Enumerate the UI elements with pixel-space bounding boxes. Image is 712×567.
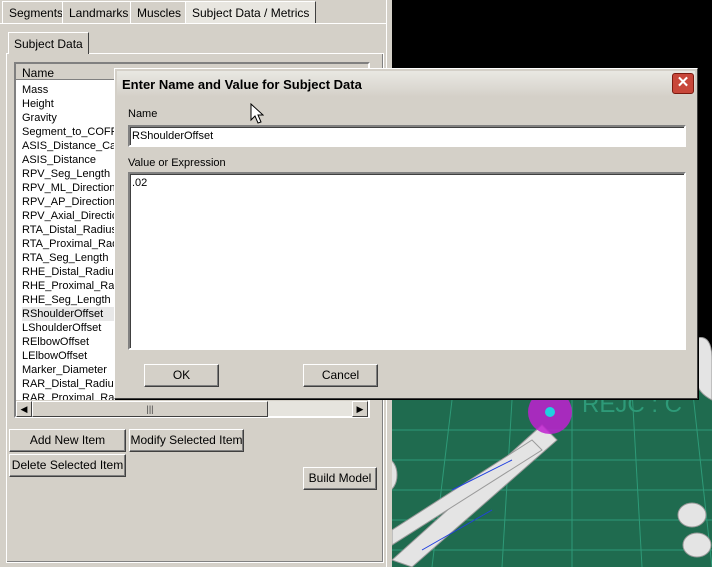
- cancel-button[interactable]: Cancel: [303, 364, 378, 387]
- list-item[interactable]: Gravity: [22, 111, 122, 125]
- list-item[interactable]: RPV_Axial_Directio: [22, 209, 122, 223]
- scroll-right-icon[interactable]: ▶: [352, 401, 368, 417]
- value-field[interactable]: .02: [128, 172, 686, 350]
- list-item[interactable]: ASIS_Distance: [22, 153, 122, 167]
- list-item[interactable]: LShoulderOffset: [22, 321, 122, 335]
- value-label: Value or Expression: [128, 157, 226, 169]
- scroll-left-icon[interactable]: ◀: [16, 401, 32, 417]
- tab-muscles[interactable]: Muscles: [130, 1, 189, 23]
- list-item[interactable]: Marker_Diameter: [22, 363, 122, 377]
- dialog-title: Enter Name and Value for Subject Data: [122, 77, 362, 92]
- list-item[interactable]: Mass: [22, 83, 122, 97]
- list-item[interactable]: RPV_Seg_Length: [22, 167, 122, 181]
- list-item[interactable]: Height: [22, 97, 122, 111]
- list-item[interactable]: RTA_Distal_Radius: [22, 223, 122, 237]
- list-item[interactable]: RPV_ML_Direction: [22, 181, 122, 195]
- list-rows: Mass Height Gravity Segment_to_COFP ASIS_Dis…: [22, 83, 122, 405]
- tab-landmarks[interactable]: Landmarks: [62, 1, 136, 23]
- list-item[interactable]: RHE_Proximal_Rad: [22, 279, 122, 293]
- build-model-button[interactable]: Build Model: [303, 467, 377, 490]
- close-icon[interactable]: ✕: [672, 73, 694, 94]
- horizontal-scrollbar[interactable]: ◀ ||| ▶: [16, 400, 368, 417]
- scroll-thumb[interactable]: |||: [32, 401, 268, 417]
- joint-marker: [545, 407, 555, 417]
- list-item[interactable]: RAR_Distal_Radius: [22, 377, 122, 391]
- ok-button[interactable]: OK: [144, 364, 219, 387]
- sphere-marker: [677, 502, 707, 528]
- list-item[interactable]: RTA_Proximal_Rad: [22, 237, 122, 251]
- list-item[interactable]: RHE_Seg_Length: [22, 293, 122, 307]
- list-item[interactable]: RHE_Distal_Radius: [22, 265, 122, 279]
- add-new-item-button[interactable]: Add New Item: [9, 429, 126, 452]
- tab-subject-data[interactable]: Subject Data: [8, 32, 89, 54]
- name-label: Name: [128, 108, 158, 120]
- list-item[interactable]: Segment_to_COFP: [22, 125, 122, 139]
- modify-selected-item-button[interactable]: Modify Selected Item: [129, 429, 244, 452]
- list-item[interactable]: RElbowOffset: [22, 335, 122, 349]
- tabbar-divider: [0, 23, 388, 24]
- tab-subject-data-metrics[interactable]: Subject Data / Metrics: [185, 1, 317, 23]
- tab-segments[interactable]: Segments: [2, 1, 71, 23]
- column-name-header[interactable]: Name: [22, 66, 54, 80]
- sphere-marker: [682, 532, 712, 558]
- name-field[interactable]: RShoulderOffset: [128, 125, 686, 147]
- delete-selected-item-button[interactable]: Delete Selected Item: [9, 454, 126, 477]
- list-item[interactable]: LElbowOffset: [22, 349, 122, 363]
- list-item[interactable]: RTA_Seg_Length: [22, 251, 122, 265]
- list-item[interactable]: ASIS_Distance_Ca: [22, 139, 122, 153]
- subject-data-dialog: Enter Name and Value for Subject Data ✕ …: [114, 68, 698, 399]
- mouse-pointer-icon: [250, 103, 264, 124]
- dialog-titlebar[interactable]: Enter Name and Value for Subject Data ✕: [117, 71, 695, 97]
- list-item[interactable]: RPV_AP_Direction: [22, 195, 122, 209]
- list-item[interactable]: RShoulderOffset: [22, 307, 122, 321]
